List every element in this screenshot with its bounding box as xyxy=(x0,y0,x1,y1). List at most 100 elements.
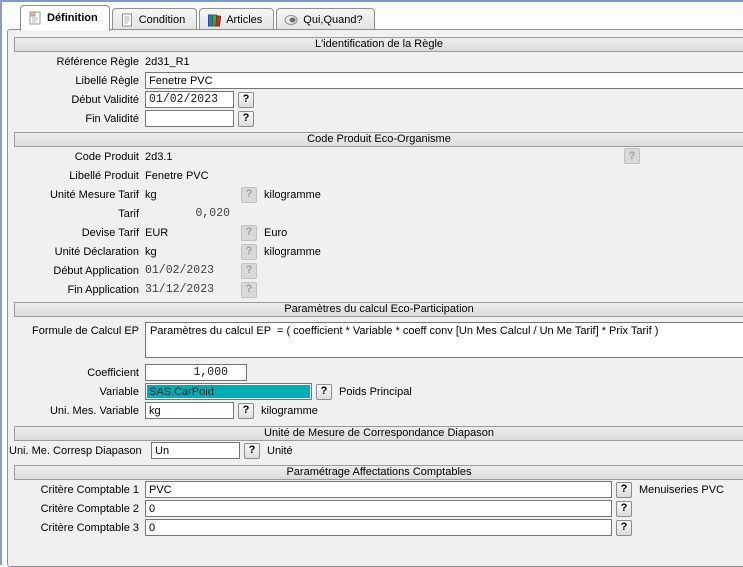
fin-application-help-button: ? xyxy=(241,282,257,298)
uni-mes-variable-label: Uni. Mes. Variable xyxy=(8,405,145,417)
variable-input[interactable] xyxy=(145,383,312,400)
fin-validite-label: Fin Validité xyxy=(8,113,145,125)
section-header-affectations: Paramétrage Affectations Comptables xyxy=(14,465,743,480)
critere-comptable-2-label: Critère Comptable 2 xyxy=(8,503,145,515)
unite-mesure-tarif-value: kg xyxy=(145,189,237,201)
rule-definition-window: Définition Condition xyxy=(0,0,743,565)
section-header-identification: L'identification de la Règle xyxy=(14,37,743,52)
uni-mes-variable-input[interactable] xyxy=(145,402,234,419)
unite-mesure-tarif-label: Unité Mesure Tarif xyxy=(8,189,145,201)
books-icon xyxy=(207,13,221,27)
row-uni-me-corresp: Uni. Me. Corresp Diapason ? Unité xyxy=(8,441,743,460)
unite-mesure-tarif-help-button: ? xyxy=(241,187,257,203)
row-unite-declaration: Unité Déclaration kg ? kilogramme xyxy=(8,242,743,261)
formule-calcul-label: Formule de Calcul EP xyxy=(8,322,145,337)
row-code-produit: Code Produit 2d3.1 ? xyxy=(8,147,743,166)
row-debut-application: Début Application 01/02/2023 ? xyxy=(8,261,743,280)
debut-validite-label: Début Validité xyxy=(8,94,145,106)
code-produit-help-button: ? xyxy=(624,148,640,164)
unite-declaration-value: kg xyxy=(145,246,237,258)
row-libelle-produit: Libellé Produit Fenetre PVC xyxy=(8,166,743,185)
tab-articles-label: Articles xyxy=(226,14,262,26)
variable-desc: Poids Principal xyxy=(339,386,412,398)
clock-icon xyxy=(284,13,298,27)
window-left-border xyxy=(0,0,2,565)
row-critere-comptable-2: Critère Comptable 2 ? xyxy=(8,499,743,518)
unite-declaration-help-button: ? xyxy=(241,244,257,260)
document-icon xyxy=(120,13,134,27)
formule-calcul-textarea[interactable]: Paramètres du calcul EP = ( coefficient … xyxy=(145,322,743,358)
uni-me-corresp-input[interactable] xyxy=(151,442,240,459)
code-produit-value: 2d3.1 xyxy=(145,151,173,163)
row-coefficient: Coefficient xyxy=(8,363,743,382)
tab-bar: Définition Condition xyxy=(2,2,743,30)
row-uni-mes-variable: Uni. Mes. Variable ? kilogramme xyxy=(8,401,743,420)
row-unite-mesure-tarif: Unité Mesure Tarif kg ? kilogramme xyxy=(8,185,743,204)
section-header-correspondance: Unité de Mesure de Correspondance Diapas… xyxy=(14,426,743,441)
critere-comptable-2-input[interactable] xyxy=(145,500,612,517)
uni-me-corresp-help-button[interactable]: ? xyxy=(244,443,260,459)
libelle-regle-label: Libellé Règle xyxy=(8,75,145,87)
unite-declaration-label: Unité Déclaration xyxy=(8,246,145,258)
debut-validite-input[interactable] xyxy=(145,91,234,108)
critere-comptable-3-label: Critère Comptable 3 xyxy=(8,522,145,534)
uni-mes-variable-desc: kilogramme xyxy=(261,405,318,417)
code-produit-label: Code Produit xyxy=(8,151,145,163)
devise-tarif-label: Devise Tarif xyxy=(8,227,145,239)
critere-comptable-3-input[interactable] xyxy=(145,519,612,536)
debut-application-help-button: ? xyxy=(241,263,257,279)
critere-comptable-1-help-button[interactable]: ? xyxy=(616,482,632,498)
debut-application-value: 01/02/2023 xyxy=(145,264,237,277)
row-formule-calcul: Formule de Calcul EP Paramètres du calcu… xyxy=(8,322,743,360)
fin-validite-input[interactable] xyxy=(145,110,234,127)
tab-articles[interactable]: Articles xyxy=(199,8,274,30)
fin-application-label: Fin Application xyxy=(8,284,145,296)
tarif-value: 0,020 xyxy=(145,207,230,220)
libelle-regle-input[interactable] xyxy=(145,72,743,89)
row-devise-tarif: Devise Tarif EUR ? Euro xyxy=(8,223,743,242)
unite-declaration-desc: kilogramme xyxy=(264,246,321,258)
row-critere-comptable-1: Critère Comptable 1 ? Menuiseries PVC xyxy=(8,480,743,499)
reference-regle-value: 2d31_R1 xyxy=(145,56,190,68)
tab-qui-quand[interactable]: Qui,Quand? xyxy=(276,8,374,30)
section-header-parametres-calcul: Paramètres du calcul Eco-Participation xyxy=(14,302,743,317)
reference-regle-label: Référence Règle xyxy=(8,56,145,68)
row-libelle-regle: Libellé Règle xyxy=(8,71,743,90)
unite-mesure-tarif-desc: kilogramme xyxy=(264,189,321,201)
devise-tarif-help-button: ? xyxy=(241,225,257,241)
row-variable: Variable ? Poids Principal xyxy=(8,382,743,401)
section-header-code-produit: Code Produit Eco-Organisme xyxy=(14,132,743,147)
libelle-produit-label: Libellé Produit xyxy=(8,170,145,182)
fin-application-value: 31/12/2023 xyxy=(145,283,237,296)
uni-me-corresp-desc: Unité xyxy=(267,445,293,457)
critere-comptable-2-help-button[interactable]: ? xyxy=(616,501,632,517)
note-icon xyxy=(28,11,42,25)
coefficient-label: Coefficient xyxy=(8,367,145,379)
tab-definition[interactable]: Définition xyxy=(20,5,110,31)
debut-validite-help-button[interactable]: ? xyxy=(238,92,254,108)
fin-validite-help-button[interactable]: ? xyxy=(238,111,254,127)
uni-me-corresp-label: Uni. Me. Corresp Diapason xyxy=(8,445,151,457)
variable-label: Variable xyxy=(8,386,145,398)
row-fin-validite: Fin Validité ? xyxy=(8,109,743,128)
devise-tarif-desc: Euro xyxy=(264,227,287,239)
uni-mes-variable-help-button[interactable]: ? xyxy=(238,403,254,419)
tab-condition[interactable]: Condition xyxy=(112,8,197,30)
debut-application-label: Début Application xyxy=(8,265,145,277)
devise-tarif-value: EUR xyxy=(145,227,237,239)
coefficient-input[interactable] xyxy=(145,364,247,381)
critere-comptable-1-desc: Menuiseries PVC xyxy=(639,484,724,496)
row-reference-regle: Référence Règle 2d31_R1 xyxy=(8,52,743,71)
critere-comptable-3-help-button[interactable]: ? xyxy=(616,520,632,536)
critere-comptable-1-input[interactable] xyxy=(145,481,612,498)
variable-help-button[interactable]: ? xyxy=(316,384,332,400)
tab-definition-label: Définition xyxy=(47,12,98,24)
row-critere-comptable-3: Critère Comptable 3 ? xyxy=(8,518,743,537)
tarif-label: Tarif xyxy=(8,208,145,220)
row-tarif: Tarif 0,020 xyxy=(8,204,743,223)
row-debut-validite: Début Validité ? xyxy=(8,90,743,109)
definition-tab-page: L'identification de la Règle Référence R… xyxy=(7,29,743,567)
tab-qui-quand-label: Qui,Quand? xyxy=(303,14,362,26)
row-fin-application: Fin Application 31/12/2023 ? xyxy=(8,280,743,299)
tab-condition-label: Condition xyxy=(139,14,185,26)
